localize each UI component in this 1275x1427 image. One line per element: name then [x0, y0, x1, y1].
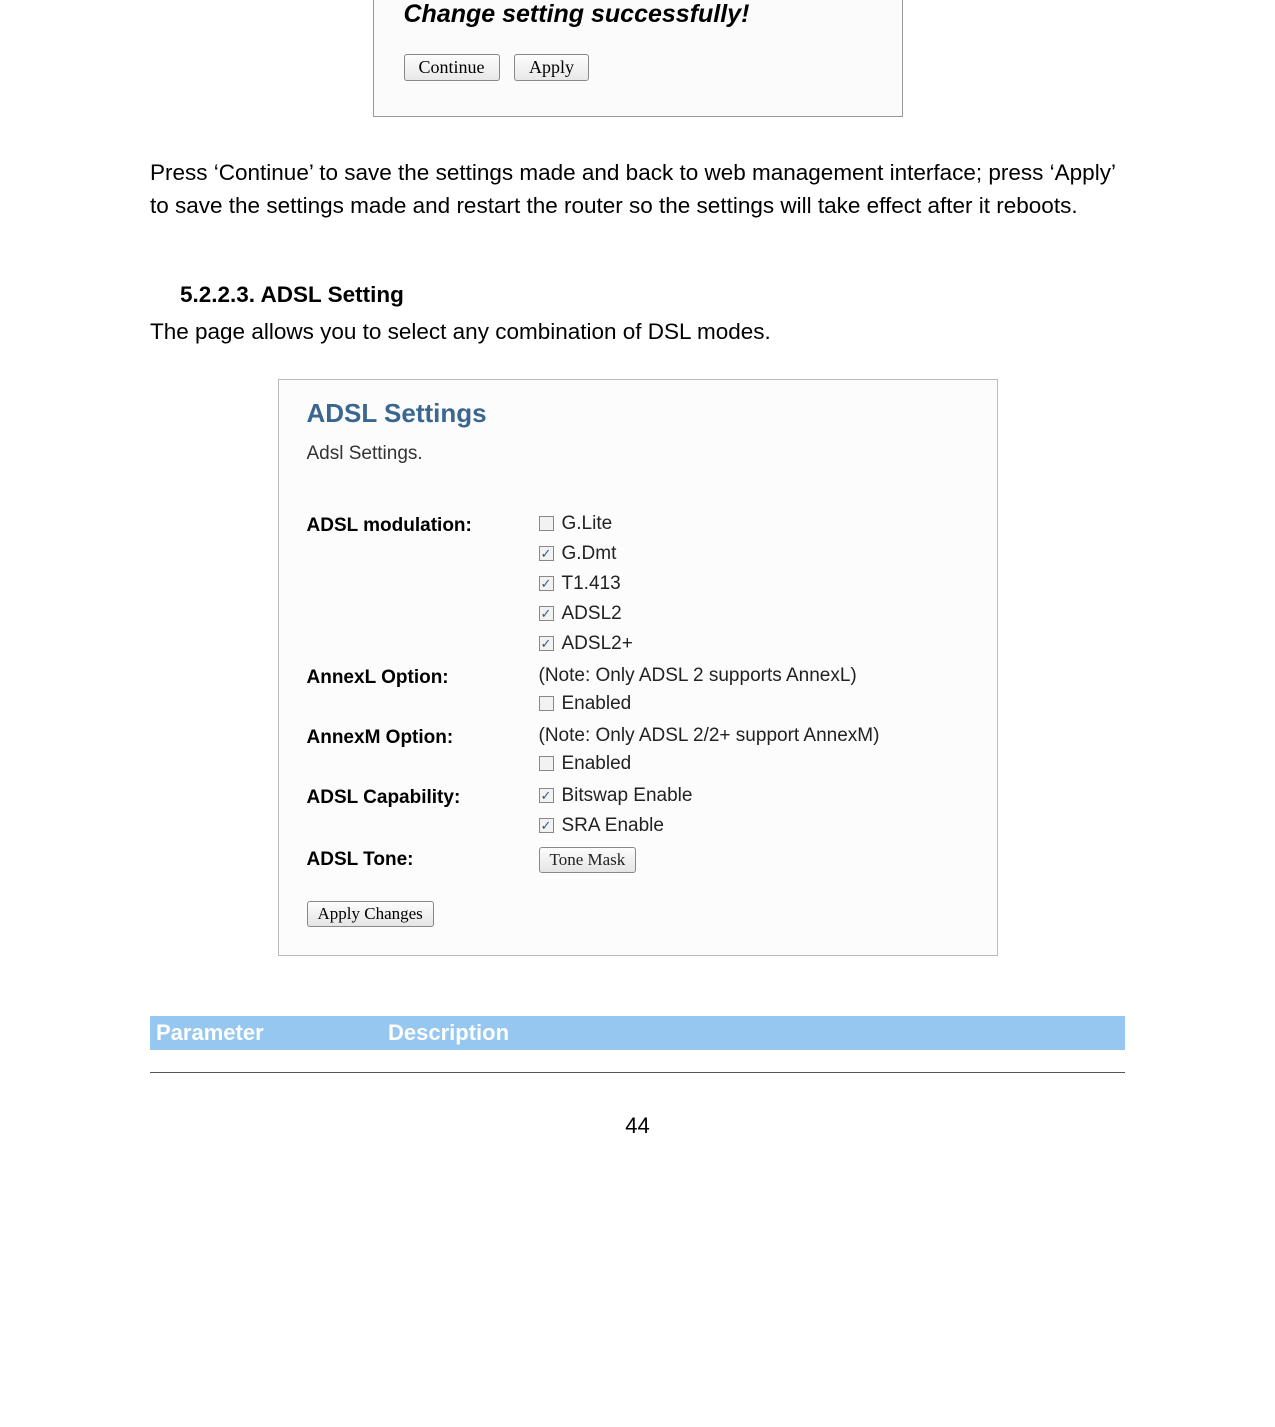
opt-t1413-label: T1.413: [562, 573, 621, 595]
opt-annexm-enabled[interactable]: Enabled: [539, 753, 969, 775]
col-parameter: Parameter: [150, 1016, 382, 1050]
row-tone: ADSL Tone: Tone Mask: [307, 847, 969, 873]
checkbox-sra[interactable]: ✓: [539, 818, 554, 833]
section-intro: The page allows you to select any combin…: [150, 316, 1125, 349]
opt-adsl2plus-label: ADSL2+: [562, 633, 633, 655]
row-modulation: ADSL modulation: G.Lite ✓ G.Dmt ✓ T1.413…: [307, 513, 969, 663]
opt-adsl2plus[interactable]: ✓ ADSL2+: [539, 633, 969, 655]
checkbox-glite[interactable]: [539, 516, 554, 531]
opt-sra[interactable]: ✓ SRA Enable: [539, 815, 969, 837]
annexl-enabled-label: Enabled: [562, 693, 632, 715]
apply-button[interactable]: Apply: [514, 54, 589, 81]
opt-glite[interactable]: G.Lite: [539, 513, 969, 535]
parameter-table-header: Parameter Description: [150, 1016, 1125, 1050]
modulation-label: ADSL modulation:: [307, 513, 539, 537]
opt-adsl2-label: ADSL2: [562, 603, 622, 625]
annexm-enabled-label: Enabled: [562, 753, 632, 775]
checkbox-adsl2[interactable]: ✓: [539, 606, 554, 621]
instruction-paragraph: Press ‘Continue’ to save the settings ma…: [150, 157, 1125, 222]
col-description: Description: [382, 1016, 1125, 1050]
row-capability: ADSL Capability: ✓ Bitswap Enable ✓ SRA …: [307, 785, 969, 845]
opt-gdmt-label: G.Dmt: [562, 543, 617, 565]
footer-divider: [150, 1072, 1125, 1073]
opt-bitswap[interactable]: ✓ Bitswap Enable: [539, 785, 969, 807]
checkbox-adsl2plus[interactable]: ✓: [539, 636, 554, 651]
opt-gdmt[interactable]: ✓ G.Dmt: [539, 543, 969, 565]
opt-adsl2[interactable]: ✓ ADSL2: [539, 603, 969, 625]
parameter-table: Parameter Description: [150, 1016, 1125, 1050]
checkbox-annexl[interactable]: [539, 696, 554, 711]
annexl-note: (Note: Only ADSL 2 supports AnnexL): [539, 665, 969, 687]
bitswap-label: Bitswap Enable: [562, 785, 693, 807]
row-annexm: AnnexM Option: (Note: Only ADSL 2/2+ sup…: [307, 725, 969, 783]
panel-description: Adsl Settings.: [307, 443, 969, 465]
dialog-title: Change setting successfully!: [404, 0, 902, 29]
tone-label: ADSL Tone:: [307, 847, 539, 871]
sra-label: SRA Enable: [562, 815, 664, 837]
tone-mask-button[interactable]: Tone Mask: [539, 847, 637, 873]
checkbox-gdmt[interactable]: ✓: [539, 546, 554, 561]
section-heading: 5.2.2.3. ADSL Setting: [180, 282, 1125, 308]
annexm-label: AnnexM Option:: [307, 725, 539, 749]
checkbox-bitswap[interactable]: ✓: [539, 788, 554, 803]
page-number: 44: [150, 1113, 1125, 1139]
adsl-settings-panel: ADSL Settings Adsl Settings. ADSL modula…: [278, 379, 998, 956]
success-dialog: Change setting successfully! Continue Ap…: [373, 0, 903, 117]
opt-glite-label: G.Lite: [562, 513, 613, 535]
annexl-label: AnnexL Option:: [307, 665, 539, 689]
capability-label: ADSL Capability:: [307, 785, 539, 809]
row-annexl: AnnexL Option: (Note: Only ADSL 2 suppor…: [307, 665, 969, 723]
annexm-note: (Note: Only ADSL 2/2+ support AnnexM): [539, 725, 969, 747]
panel-title: ADSL Settings: [307, 398, 969, 429]
apply-changes-button[interactable]: Apply Changes: [307, 901, 434, 927]
opt-annexl-enabled[interactable]: Enabled: [539, 693, 969, 715]
continue-button[interactable]: Continue: [404, 54, 500, 81]
checkbox-annexm[interactable]: [539, 756, 554, 771]
checkbox-t1413[interactable]: ✓: [539, 576, 554, 591]
opt-t1413[interactable]: ✓ T1.413: [539, 573, 969, 595]
